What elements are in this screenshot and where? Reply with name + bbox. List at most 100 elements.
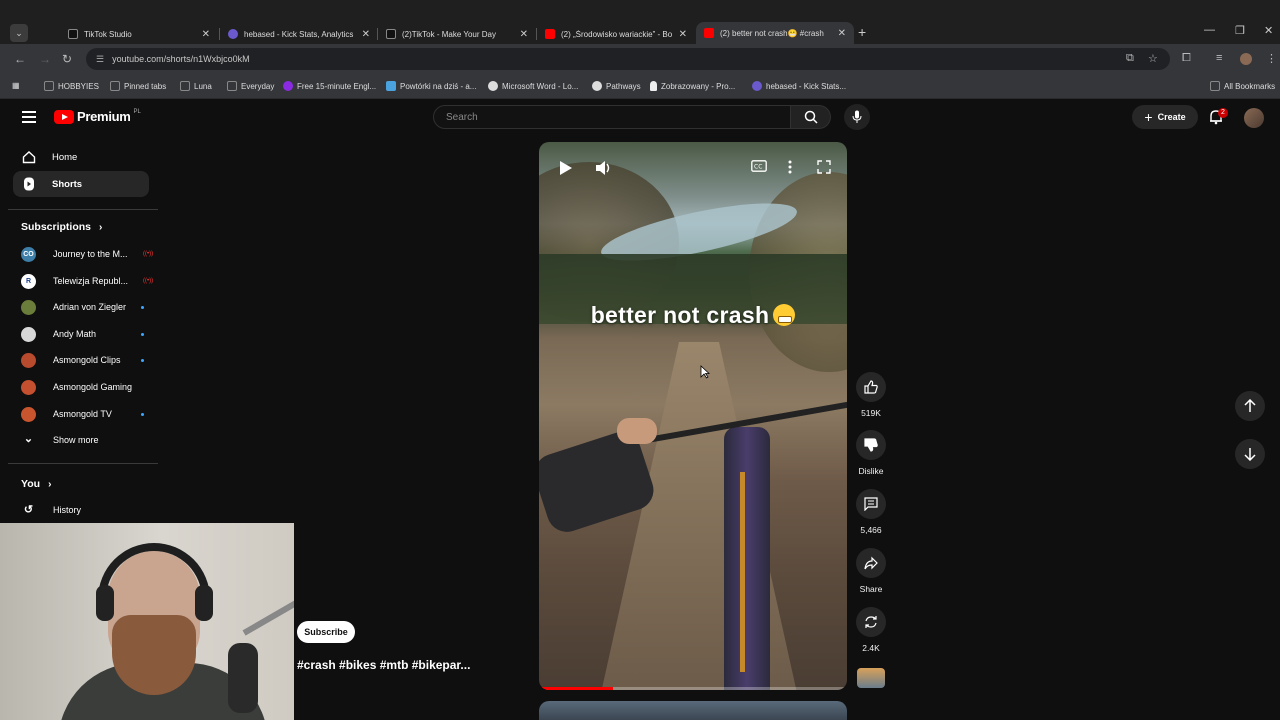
- reload-icon[interactable]: ↻: [62, 52, 72, 66]
- voice-search-button[interactable]: [844, 104, 870, 130]
- bookmark-item[interactable]: Microsoft Word - Lo...: [488, 81, 578, 91]
- short-video-player[interactable]: better not crash CC: [539, 142, 847, 690]
- subscription-item[interactable]: Andy Math: [21, 324, 161, 344]
- short-title[interactable]: #crash #bikes #mtb #bikepar...: [297, 658, 470, 672]
- bulb-icon: [650, 81, 657, 91]
- youtube-icon: [545, 29, 555, 39]
- extensions-icon[interactable]: ⧠: [1182, 52, 1191, 65]
- all-bookmarks-label: All Bookmarks: [1224, 81, 1276, 91]
- microphone-icon: [228, 643, 258, 713]
- channel-name: Asmongold Clips: [53, 355, 121, 365]
- video-progress-bar[interactable]: [539, 687, 847, 690]
- close-tab-icon[interactable]: ✕: [202, 29, 210, 40]
- all-bookmarks[interactable]: All Bookmarks: [1210, 81, 1275, 91]
- search-input[interactable]: Search: [433, 105, 791, 129]
- account-avatar[interactable]: [1244, 108, 1264, 128]
- you-heading[interactable]: You ›: [21, 478, 51, 490]
- bookmark-item[interactable]: Pathways: [592, 81, 641, 91]
- plus-icon: +: [1144, 109, 1153, 125]
- previous-short-button[interactable]: [1235, 391, 1265, 421]
- minimize-icon[interactable]: —: [1204, 24, 1215, 36]
- close-tab-icon[interactable]: ✕: [362, 29, 370, 40]
- bookmark-item[interactable]: HOBBYIES: [44, 81, 99, 91]
- caption-text: better not crash: [590, 302, 770, 328]
- browser-tab[interactable]: (2) „Środowisko wariackie” - Bo ✕: [537, 24, 695, 44]
- new-tab-icon[interactable]: +: [858, 24, 866, 40]
- site-info-icon[interactable]: ☰: [96, 54, 104, 65]
- subscriptions-heading[interactable]: Subscriptions ›: [21, 221, 102, 233]
- dislike-button[interactable]: Dislike: [853, 430, 889, 476]
- bookmark-item[interactable]: Powtórki na dziś - a...: [386, 81, 476, 91]
- share-button[interactable]: Share: [853, 548, 889, 594]
- subscription-item[interactable]: Asmongold Clips: [21, 350, 161, 370]
- browser-tab[interactable]: TikTok Studio ✕: [60, 24, 218, 44]
- subscription-item[interactable]: Asmongold TV: [21, 404, 161, 424]
- window-close-icon[interactable]: ✕: [1264, 24, 1273, 37]
- bookmark-item[interactable]: Zobrazowany - Pro...: [650, 81, 735, 91]
- subscription-item[interactable]: CO Journey to the M... ((•)): [21, 244, 161, 264]
- next-short-button[interactable]: [1235, 439, 1265, 469]
- video-caption: better not crash: [539, 302, 847, 329]
- browser-tab[interactable]: (2)TikTok - Make Your Day ✕: [378, 24, 536, 44]
- close-tab-icon[interactable]: ✕: [838, 28, 846, 39]
- apps-icon[interactable]: ▦: [12, 81, 20, 90]
- remix-button[interactable]: 2.4K: [853, 607, 889, 653]
- arrow-up-icon: [1244, 399, 1256, 412]
- channel-avatar: [21, 326, 36, 342]
- bookmark-item[interactable]: Pinned tabs: [110, 81, 166, 91]
- bookmark-item[interactable]: Free 15-minute Engl...: [283, 81, 376, 91]
- tab-search-icon[interactable]: ⌄: [10, 24, 28, 42]
- volume-icon[interactable]: [595, 160, 613, 176]
- profile-avatar[interactable]: [1240, 53, 1252, 65]
- next-short-preview[interactable]: [539, 701, 847, 720]
- bookmark-star-icon[interactable]: ☆: [1148, 52, 1158, 65]
- play-icon[interactable]: [559, 160, 573, 176]
- like-button[interactable]: 519K: [853, 372, 889, 418]
- show-more-button[interactable]: ⌄ Show more: [21, 430, 161, 450]
- create-button[interactable]: + Create: [1132, 105, 1198, 129]
- subscription-item[interactable]: Asmongold Gaming: [21, 377, 161, 397]
- more-options-icon[interactable]: [788, 160, 792, 174]
- sound-thumbnail[interactable]: [857, 668, 885, 688]
- forward-icon[interactable]: →: [39, 52, 51, 66]
- comments-button[interactable]: 5,466: [853, 489, 889, 535]
- tiktok-icon: [386, 29, 396, 39]
- restore-icon[interactable]: ❐: [1235, 24, 1245, 37]
- close-tab-icon[interactable]: ✕: [679, 29, 687, 40]
- subscribe-button[interactable]: Subscribe: [297, 621, 355, 643]
- subscription-item[interactable]: R Telewizja Republ... ((•)): [21, 271, 161, 291]
- bookmark-item[interactable]: Luna: [180, 81, 212, 91]
- folder-icon: [1210, 81, 1220, 91]
- folder-icon: [44, 81, 54, 91]
- channel-name: Telewizja Republ...: [53, 276, 129, 286]
- sidebar-item-shorts[interactable]: Shorts: [13, 171, 149, 197]
- menu-icon[interactable]: ⋮: [1266, 52, 1277, 65]
- bookmark-item[interactable]: hebased - Kick Stats...: [752, 81, 846, 91]
- search-button[interactable]: [791, 105, 831, 129]
- subscription-item[interactable]: Adrian von Ziegler: [21, 297, 161, 317]
- bookmark-item[interactable]: Everyday: [227, 81, 274, 91]
- menu-hamburger-icon[interactable]: [22, 111, 36, 123]
- channel-name: Adrian von Ziegler: [53, 302, 127, 312]
- sidebar-item-history[interactable]: ↺ History: [21, 500, 161, 520]
- channel-name: Asmongold Gaming: [53, 382, 133, 392]
- back-icon[interactable]: ←: [14, 52, 26, 66]
- install-icon[interactable]: ⧉: [1126, 52, 1134, 65]
- globe-icon: [488, 81, 498, 91]
- address-bar[interactable]: ☰ youtube.com/shorts/n1Wxbjco0kM: [86, 48, 1170, 70]
- sidebar-item-home[interactable]: Home: [13, 144, 149, 170]
- remix-count: 2.4K: [862, 643, 880, 653]
- fullscreen-icon[interactable]: [817, 160, 831, 174]
- captions-icon[interactable]: CC: [751, 160, 767, 172]
- globe-icon: [592, 81, 602, 91]
- browser-tab[interactable]: hebased - Kick Stats, Analytics ✕: [220, 24, 378, 44]
- thumbs-up-icon: [864, 380, 878, 394]
- browser-tab-active[interactable]: (2) better not crash😬 #crash ✕: [696, 22, 854, 44]
- youtube-logo[interactable]: Premium PL: [54, 109, 141, 124]
- new-content-dot: [141, 412, 144, 416]
- logo-text: Premium: [77, 109, 131, 124]
- reading-list-icon[interactable]: ≡: [1216, 52, 1222, 64]
- kick-stats-icon: [228, 29, 238, 39]
- close-tab-icon[interactable]: ✕: [520, 29, 528, 40]
- comment-count: 5,466: [860, 525, 882, 535]
